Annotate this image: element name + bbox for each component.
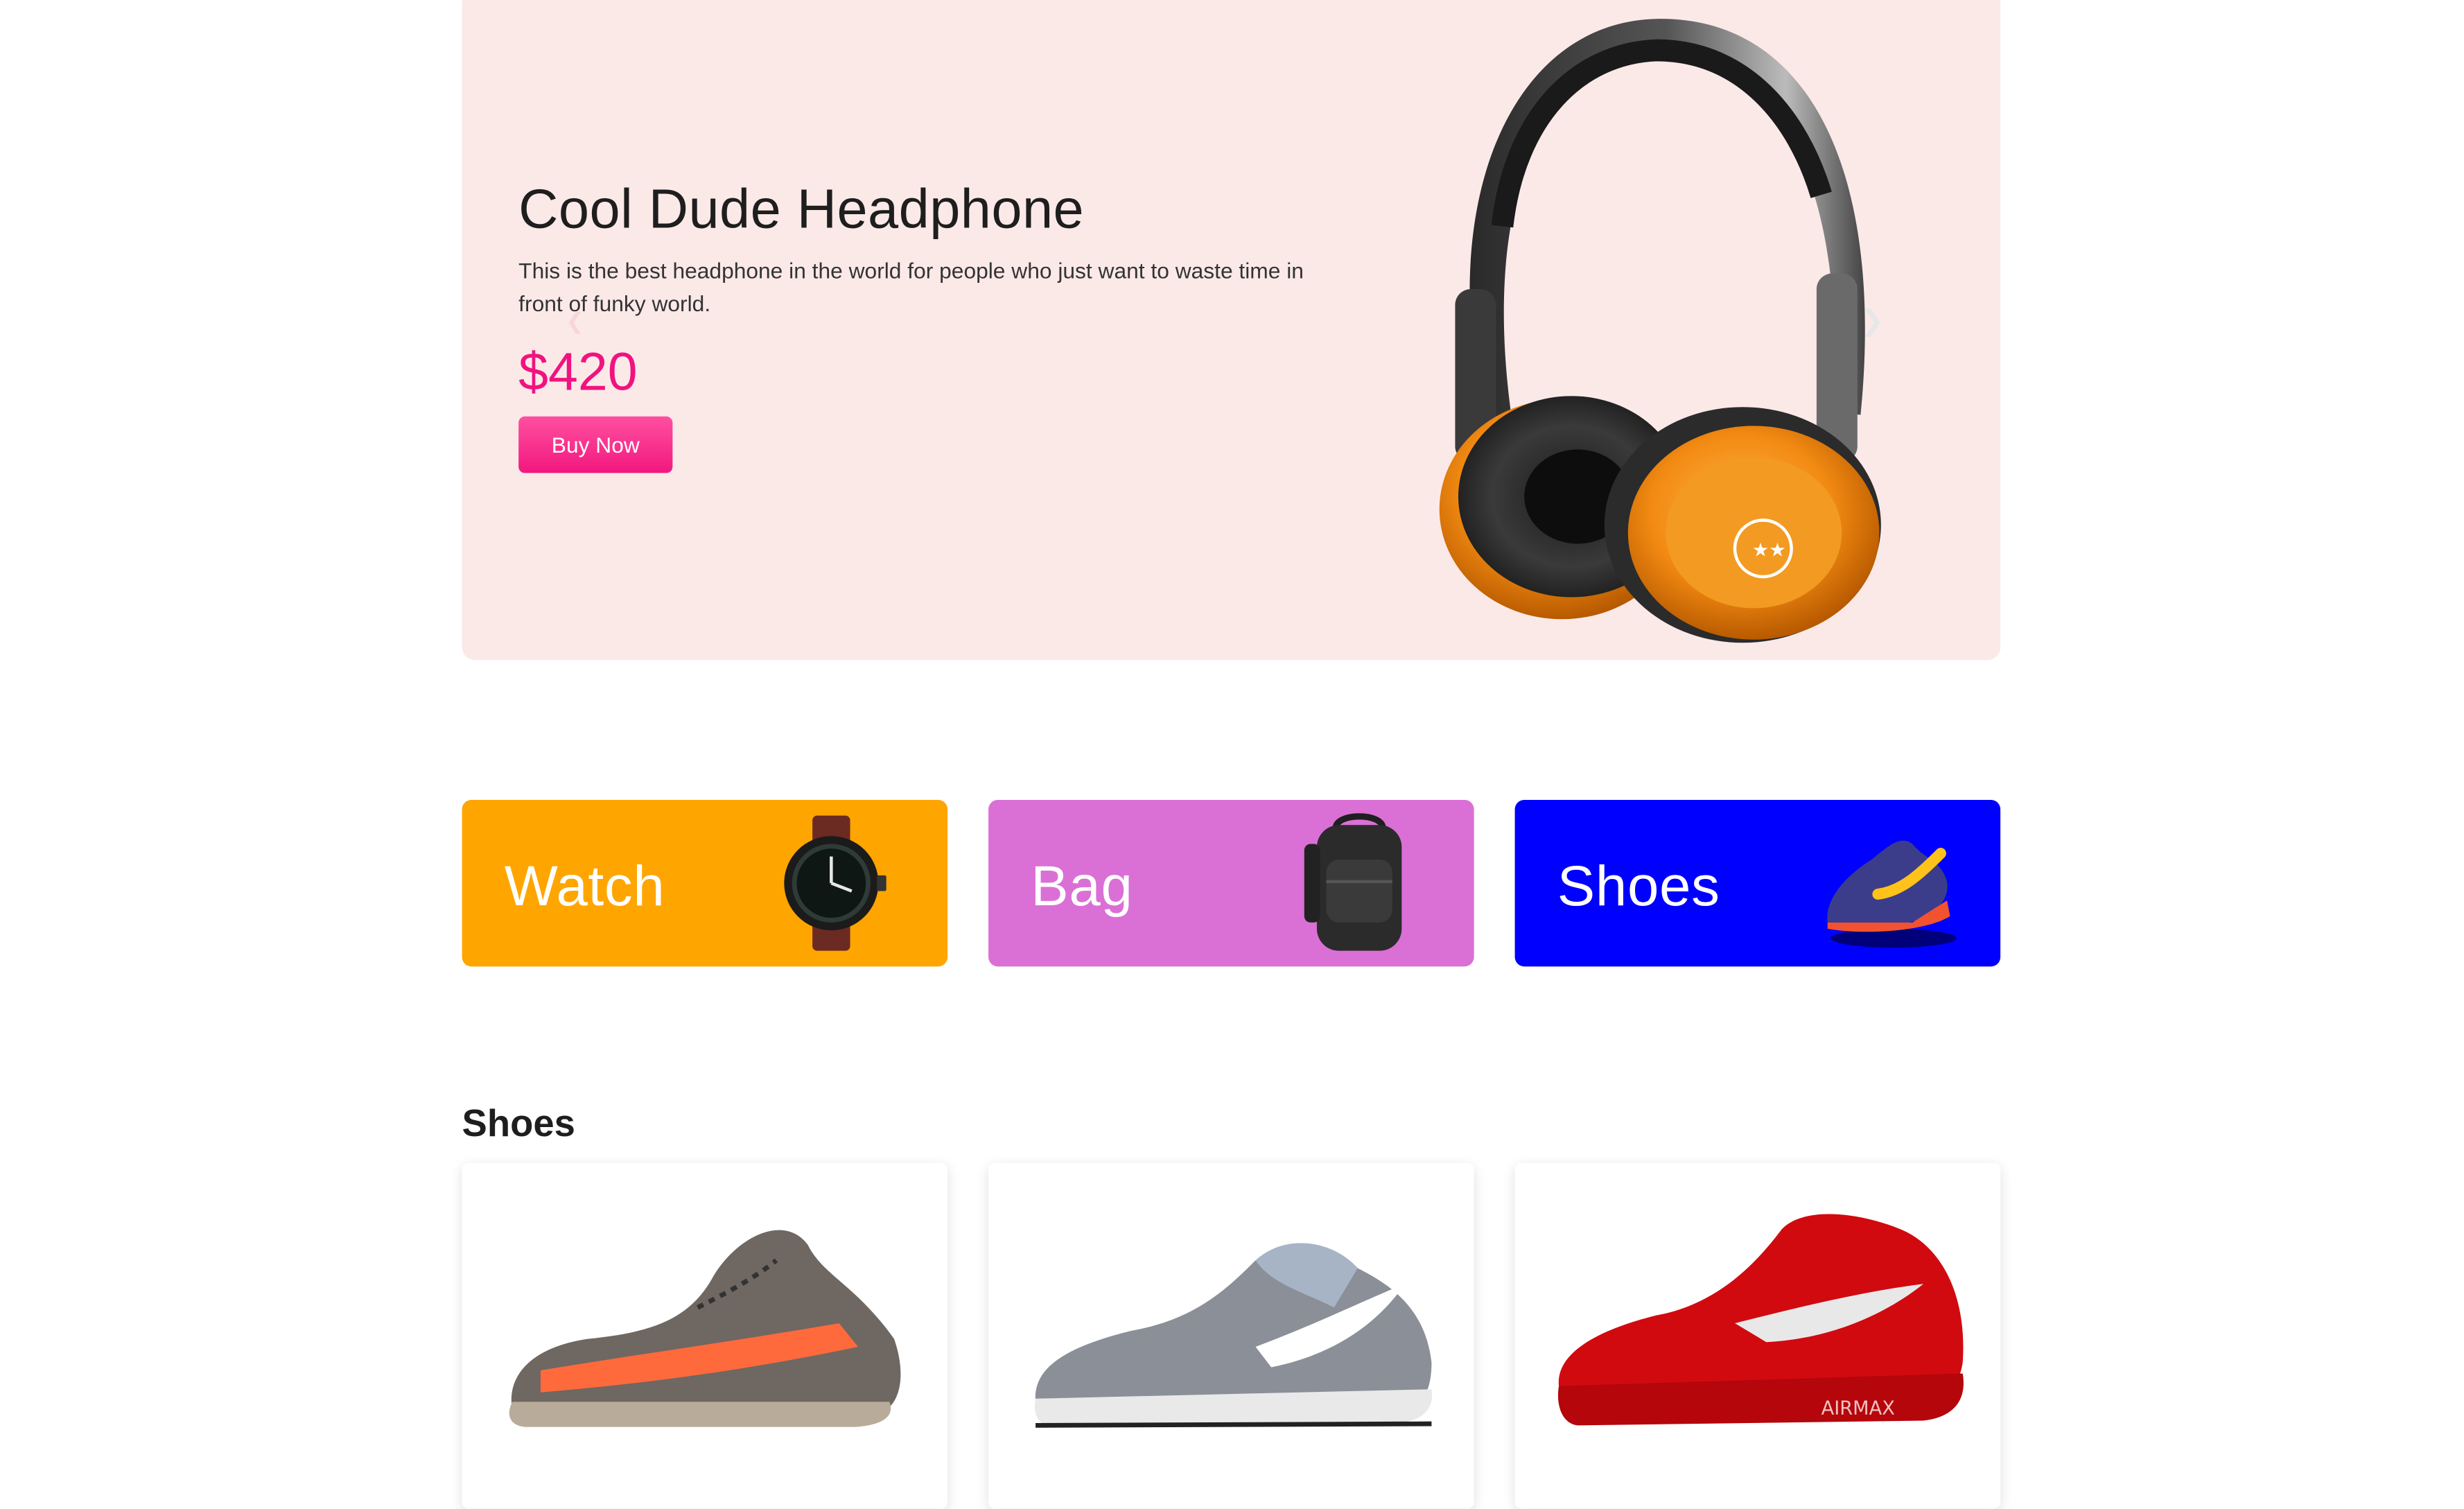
watch-icon — [784, 815, 886, 951]
hero-description: This is the best headphone in the world … — [518, 257, 1304, 316]
section-title: Shoes — [462, 1103, 575, 1146]
hero-content: Cool Dude Headphone This is the best hea… — [518, 179, 1336, 473]
backpack-icon — [1304, 813, 1402, 951]
category-card-watch[interactable]: Watch — [462, 800, 948, 967]
page: ❮ ❯ Cool Dude Headphone This is the best… — [0, 0, 2464, 1509]
product-card[interactable] — [462, 1162, 948, 1509]
buy-now-button[interactable]: Buy Now — [518, 416, 673, 473]
hero-price: $420 — [518, 342, 638, 403]
sneaker-icon — [1827, 840, 1957, 948]
headphone-icon: ★★ — [1439, 19, 1881, 643]
category-label: Shoes — [1557, 853, 1720, 918]
product-card[interactable] — [988, 1162, 1474, 1509]
svg-text:★★: ★★ — [1752, 540, 1786, 561]
svg-text:AIRMAX: AIRMAX — [1821, 1397, 1895, 1419]
hero-title: Cool Dude Headphone — [518, 179, 1085, 241]
red-sneaker-icon: AIRMAX — [1557, 1214, 1964, 1426]
grey-orange-sneaker-icon — [509, 1230, 901, 1427]
hero-banner: ❮ ❯ Cool Dude Headphone This is the best… — [462, 0, 2001, 661]
category-card-shoes[interactable]: Shoes — [1514, 800, 2001, 967]
category-card-bag[interactable]: Bag — [988, 800, 1474, 967]
category-label: Watch — [504, 853, 665, 918]
product-card[interactable]: AIRMAX — [1514, 1162, 2001, 1509]
headphone-image: ★★ — [1421, 6, 1892, 651]
category-label: Bag — [1031, 853, 1133, 918]
floral-grey-sneaker-icon — [1034, 1243, 1433, 1428]
